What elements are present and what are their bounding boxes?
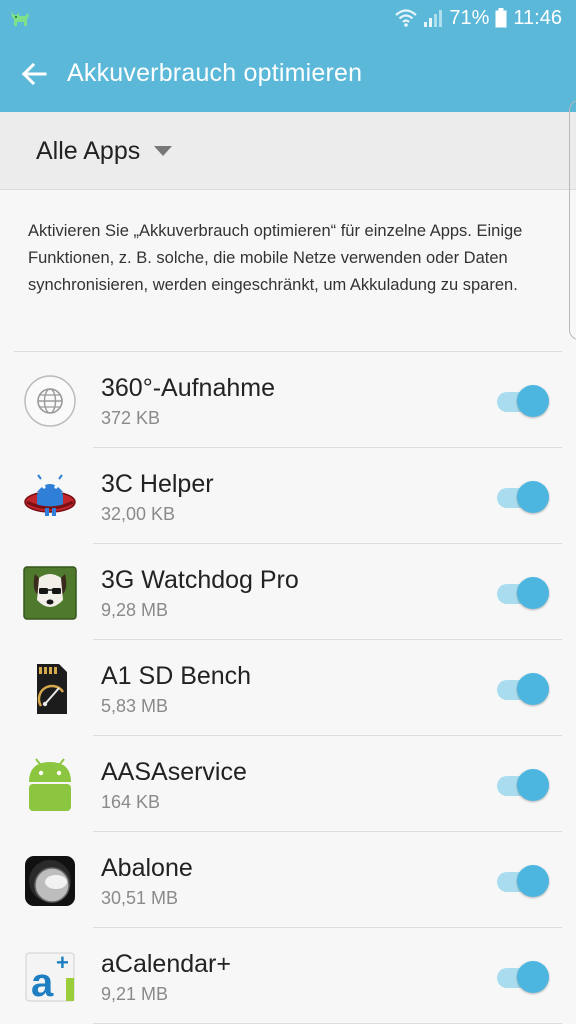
list-item-a1-sd-bench[interactable]: A1 SD Bench 5,83 MB: [0, 640, 576, 736]
dog-with-sunglasses-icon: [23, 566, 77, 620]
battery-icon: [495, 8, 507, 28]
scroll-indicator: [569, 100, 576, 340]
app-size: 32,00 KB: [101, 504, 176, 524]
app-name: Abalone: [101, 854, 193, 882]
sd-card-speedometer-icon: [23, 662, 77, 716]
list-item-abalone[interactable]: Abalone 30,51 MB: [0, 832, 576, 928]
signal-icon: [423, 8, 443, 28]
app-size: 5,83 MB: [101, 696, 169, 716]
filter-selected-value: Alle Apps: [36, 136, 141, 165]
app-size: 164 KB: [101, 792, 161, 812]
back-arrow-icon: [21, 62, 47, 86]
android-robot-helper-icon: [23, 470, 77, 524]
battery-optimization-toggle[interactable]: [495, 672, 553, 706]
app-name: 3G Watchdog Pro: [101, 566, 299, 594]
svg-text:+: +: [56, 950, 69, 975]
app-size: 372 KB: [101, 408, 161, 428]
calendar-a-plus-icon: a +: [23, 950, 77, 1005]
marble-icon: [23, 854, 77, 908]
description-text: Aktivieren Sie „Akkuverbrauch optimieren…: [28, 222, 523, 294]
list-item-360-aufnahme[interactable]: 360°-Aufnahme 372 KB: [0, 352, 576, 448]
app-size: 9,21 MB: [101, 984, 169, 1004]
battery-optimization-toggle[interactable]: [495, 480, 553, 514]
battery-optimization-toggle[interactable]: [495, 384, 553, 418]
svg-text:a: a: [31, 961, 54, 1004]
battery-optimization-toggle[interactable]: [495, 960, 553, 994]
android-cat-icon: [8, 6, 32, 30]
list-item-acalendar-plus[interactable]: a + aCalendar+ 9,21 MB: [0, 928, 576, 1024]
globe-icon: [23, 374, 77, 428]
battery-percent: 71%: [449, 6, 490, 29]
status-bar: 71% 11:46: [0, 0, 576, 36]
battery-optimization-toggle[interactable]: [495, 768, 553, 802]
android-robot-icon: [23, 758, 77, 812]
app-filter-dropdown[interactable]: Alle Apps: [36, 134, 173, 168]
back-button[interactable]: [14, 56, 54, 92]
app-name: aCalendar+: [101, 950, 231, 978]
app-bar: Akkuverbrauch optimieren: [0, 36, 576, 112]
battery-optimization-toggle[interactable]: [495, 576, 553, 610]
dropdown-caret-icon: [154, 146, 173, 156]
wifi-icon: [395, 8, 418, 28]
app-name: AASAservice: [101, 758, 247, 786]
status-icons: 71% 11:46: [395, 4, 562, 32]
app-name: A1 SD Bench: [101, 662, 252, 690]
list-item-3c-helper[interactable]: 3C Helper 32,00 KB: [0, 448, 576, 544]
clock: 11:46: [513, 6, 562, 29]
page-title: Akkuverbrauch optimieren: [67, 59, 363, 87]
list-item-aasaservice[interactable]: AASAservice 164 KB: [0, 736, 576, 832]
app-name: 3C Helper: [101, 470, 214, 498]
battery-optimization-toggle[interactable]: [495, 864, 553, 898]
app-size: 30,51 MB: [101, 888, 179, 908]
app-list: 360°-Aufnahme 372 KB 3C Helper 32,00 KB …: [0, 352, 576, 1024]
filter-bar: Alle Apps: [0, 112, 576, 190]
app-size: 9,28 MB: [101, 600, 169, 620]
app-name: 360°-Aufnahme: [101, 374, 275, 402]
list-item-3g-watchdog-pro[interactable]: 3G Watchdog Pro 9,28 MB: [0, 544, 576, 640]
